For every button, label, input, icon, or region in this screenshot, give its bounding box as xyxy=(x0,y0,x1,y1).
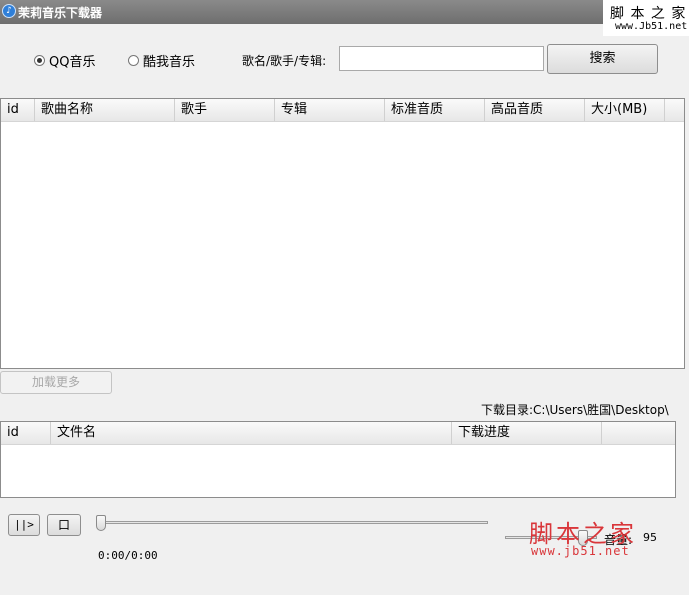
col-standard-quality[interactable]: 标准音质 xyxy=(385,99,485,121)
results-header: id 歌曲名称 歌手 专辑 标准音质 高品音质 大小(MB) xyxy=(1,99,684,122)
stop-button[interactable]: 口 xyxy=(47,514,81,536)
progress-slider[interactable] xyxy=(101,521,488,524)
download-table[interactable]: id 文件名 下载进度 xyxy=(0,421,676,498)
col-download-id[interactable]: id xyxy=(1,422,51,444)
load-more-button[interactable]: 加载更多 xyxy=(0,371,112,394)
col-artist[interactable]: 歌手 xyxy=(175,99,275,121)
search-input[interactable] xyxy=(339,46,544,71)
col-file-name[interactable]: 文件名 xyxy=(51,422,452,444)
radio-selected-icon xyxy=(34,55,45,66)
results-table[interactable]: id 歌曲名称 歌手 专辑 标准音质 高品音质 大小(MB) xyxy=(0,98,685,369)
col-high-quality[interactable]: 高品音质 xyxy=(485,99,585,121)
download-dir-label: 下载目录:C:\Users\胜国\Desktop\ xyxy=(481,403,669,417)
search-button[interactable]: 搜索 xyxy=(547,44,658,74)
col-id[interactable]: id xyxy=(1,99,35,121)
radio-qq-music[interactable]: QQ音乐 xyxy=(34,51,95,70)
time-display: 0:00/0:00 xyxy=(98,549,158,562)
col-album[interactable]: 专辑 xyxy=(275,99,385,121)
volume-value: 95 xyxy=(643,531,657,544)
col-size-mb[interactable]: 大小(MB) xyxy=(585,99,665,121)
watermark-top: 脚 本 之 家 www.Jb51.net xyxy=(603,0,689,36)
volume-slider-thumb[interactable] xyxy=(578,530,588,546)
search-field-label: 歌名/歌手/专辑: xyxy=(242,54,327,68)
col-song-name[interactable]: 歌曲名称 xyxy=(35,99,175,121)
watermark-bottom: 脚本之家 www.jb51.net xyxy=(529,520,637,558)
music-app-icon: ♪ xyxy=(2,4,16,18)
title-bar[interactable]: ♪ 茉莉音乐下载器 xyxy=(0,0,689,24)
progress-slider-thumb[interactable] xyxy=(96,515,106,531)
volume-label: 音量: xyxy=(604,533,633,547)
play-pause-button[interactable]: ||> xyxy=(8,514,40,536)
window-title: 茉莉音乐下载器 xyxy=(18,6,103,20)
col-download-progress[interactable]: 下载进度 xyxy=(452,422,602,444)
radio-kuwo-music[interactable]: 酷我音乐 xyxy=(128,51,195,70)
download-header: id 文件名 下载进度 xyxy=(1,422,675,445)
radio-unselected-icon xyxy=(128,55,139,66)
